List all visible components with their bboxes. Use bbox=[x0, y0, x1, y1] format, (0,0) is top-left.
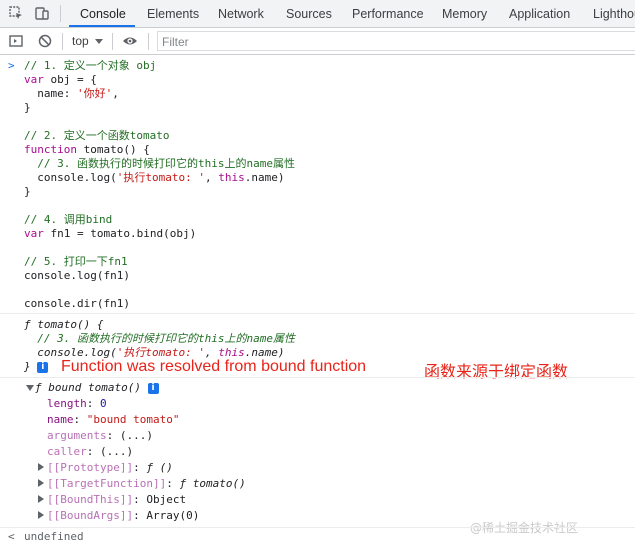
code-line: console.log(fn1) bbox=[24, 269, 130, 282]
filter-input[interactable]: Filter bbox=[157, 31, 635, 51]
log-line: // 3. 函数执行的时候打印它的this上的name属性 bbox=[24, 332, 295, 345]
expand-triangle-icon[interactable] bbox=[38, 479, 44, 487]
tabbar-divider bbox=[60, 5, 61, 22]
code-line: function tomato() { bbox=[24, 143, 150, 156]
code-line: } bbox=[24, 185, 31, 198]
code-line: // 1. 定义一个对象 obj bbox=[24, 59, 157, 72]
code-line: // 2. 定义一个函数tomato bbox=[24, 129, 170, 142]
input-prompt-icon: > bbox=[8, 59, 15, 72]
tab-network[interactable]: Network bbox=[218, 7, 264, 21]
annotation-english: Function was resolved from bound functio… bbox=[61, 358, 367, 375]
code-line: console.log('执行tomato: ', this.name) bbox=[24, 171, 285, 184]
message-divider bbox=[0, 313, 635, 314]
device-toggle-icon[interactable] bbox=[34, 5, 50, 21]
dir-internal-prop[interactable]: [[Prototype]]: ƒ () bbox=[47, 461, 173, 475]
tab-sources[interactable]: Sources bbox=[286, 7, 332, 21]
dir-header-text: ƒ bound tomato() bbox=[35, 381, 141, 394]
expand-triangle-icon[interactable] bbox=[38, 511, 44, 519]
code-line: var fn1 = tomato.bind(obj) bbox=[24, 227, 197, 240]
dir-internal-prop[interactable]: [[BoundThis]]: Object bbox=[47, 493, 186, 507]
dir-prop[interactable]: caller: (...) bbox=[47, 445, 133, 459]
log-closing-brace: } bbox=[24, 360, 31, 373]
active-tab-indicator bbox=[69, 25, 135, 27]
clear-console-icon[interactable] bbox=[37, 33, 53, 49]
expand-triangle-icon[interactable] bbox=[26, 385, 34, 391]
inspect-icon[interactable] bbox=[8, 5, 24, 21]
eye-icon[interactable] bbox=[122, 33, 138, 49]
code-line: console.dir(fn1) bbox=[24, 297, 130, 310]
expand-triangle-icon[interactable] bbox=[38, 463, 44, 471]
tab-console[interactable]: Console bbox=[80, 7, 126, 21]
tab-memory[interactable]: Memory bbox=[442, 7, 487, 21]
dir-internal-prop[interactable]: [[BoundArgs]]: Array(0) bbox=[47, 509, 199, 523]
tab-performance[interactable]: Performance bbox=[352, 7, 424, 21]
annotation-chinese: 函数来源于绑定函数 bbox=[424, 364, 569, 381]
dir-prop: length: 0 bbox=[47, 397, 107, 410]
code-line: // 3. 函数执行的时候打印它的this上的name属性 bbox=[24, 157, 295, 170]
toolbar-divider bbox=[148, 33, 149, 50]
result-arrow-icon: < bbox=[8, 530, 15, 543]
message-divider bbox=[0, 377, 635, 378]
toolbar-divider bbox=[112, 33, 113, 50]
sidebar-toggle-icon[interactable] bbox=[8, 33, 24, 49]
tab-application[interactable]: Application bbox=[509, 7, 570, 21]
tab-elements[interactable]: Elements bbox=[147, 7, 199, 21]
log-line: } i bbox=[24, 360, 49, 374]
console-toolbar: top Filter bbox=[0, 28, 635, 55]
dir-prop[interactable]: arguments: (...) bbox=[47, 429, 153, 443]
result-value: undefined bbox=[24, 530, 84, 543]
devtools-tabbar: Console Elements Network Sources Perform… bbox=[0, 0, 635, 28]
code-line: var obj = { bbox=[24, 73, 97, 86]
log-line: ƒ tomato() { bbox=[24, 318, 104, 331]
chevron-down-icon[interactable] bbox=[95, 39, 103, 44]
code-line: // 5. 打印一下fn1 bbox=[24, 255, 128, 268]
dir-header[interactable]: ƒ bound tomato() i bbox=[35, 381, 159, 395]
code-line: name: '你好', bbox=[24, 87, 119, 100]
info-icon[interactable]: i bbox=[37, 361, 49, 373]
tab-lighthouse[interactable]: Lighthouse bbox=[593, 7, 635, 21]
dir-internal-prop[interactable]: [[TargetFunction]]: ƒ tomato() bbox=[47, 477, 246, 491]
info-icon[interactable]: i bbox=[147, 382, 159, 394]
code-line: } bbox=[24, 101, 31, 114]
toolbar-divider bbox=[62, 33, 63, 50]
dir-prop: name: "bound tomato" bbox=[47, 413, 180, 426]
code-line: // 4. 调用bind bbox=[24, 213, 113, 226]
context-selector[interactable]: top bbox=[72, 34, 89, 48]
expand-triangle-icon[interactable] bbox=[38, 495, 44, 503]
message-divider bbox=[0, 527, 635, 528]
